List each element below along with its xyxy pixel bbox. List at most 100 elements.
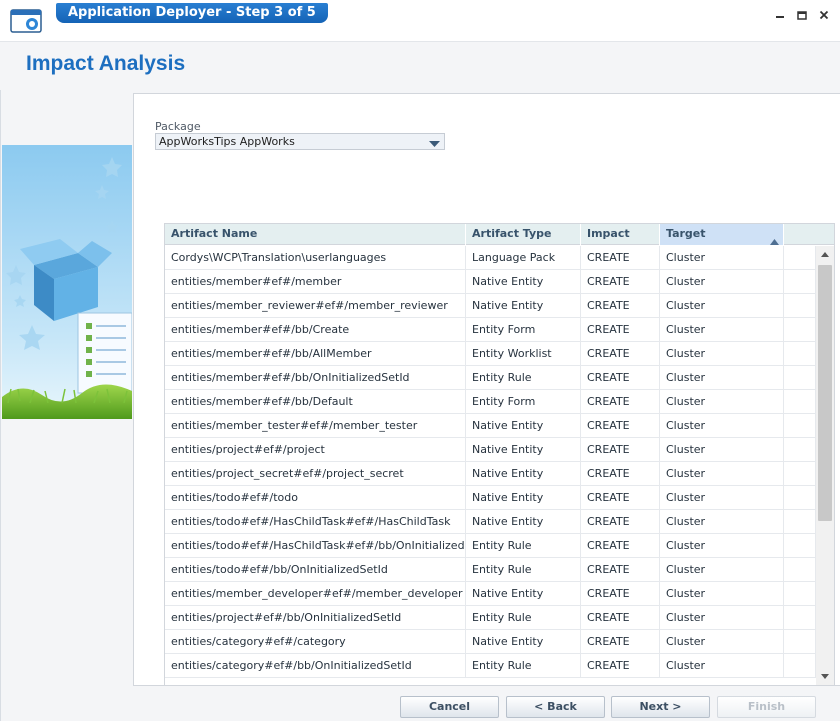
table-row[interactable]: entities/category#ef#/category Native Ent…: [165, 630, 816, 654]
scroll-down-icon[interactable]: [820, 671, 830, 681]
cell-target: Cluster: [660, 390, 784, 414]
cell-filler: [784, 510, 816, 534]
cell-impact: CREATE: [581, 294, 660, 318]
chevron-down-icon[interactable]: [429, 138, 440, 151]
cell-filler: [784, 630, 816, 654]
cell-artifact-type: Entity Rule: [466, 534, 581, 558]
table-row[interactable]: entities/todo#ef#/HasChildTask#ef#/HasCh…: [165, 510, 816, 534]
cell-target: Cluster: [660, 582, 784, 606]
table-row[interactable]: entities/member#ef#/bb/OnInitializedSetI…: [165, 366, 816, 390]
left-divider: [0, 90, 1, 721]
vertical-scrollbar[interactable]: [816, 246, 834, 685]
column-header-artifact-type[interactable]: Artifact Type: [466, 224, 581, 245]
impact-table: Artifact Name Artifact Type Impact Targe…: [164, 223, 835, 686]
cell-filler: [784, 486, 816, 510]
cell-impact: CREATE: [581, 558, 660, 582]
cell-target: Cluster: [660, 630, 784, 654]
package-value: AppWorksTips AppWorks: [159, 135, 295, 148]
window-title: Application Deployer - Step 3 of 5: [56, 3, 328, 23]
table-row[interactable]: entities/category#ef#/bb/OnInitializedSe…: [165, 654, 816, 678]
cell-artifact-type: Language Pack: [466, 246, 581, 270]
cell-target: Cluster: [660, 414, 784, 438]
table-row[interactable]: entities/member#ef#/member Native Entity C…: [165, 270, 816, 294]
app-window-icon: [10, 8, 42, 34]
table-row[interactable]: entities/project#ef#/project Native Entit…: [165, 438, 816, 462]
table-row[interactable]: entities/todo#ef#/bb/OnInitializedSetId E…: [165, 558, 816, 582]
cell-target: Cluster: [660, 534, 784, 558]
cell-artifact-type: Entity Worklist: [466, 342, 581, 366]
cell-artifact-type: Entity Rule: [466, 606, 581, 630]
next-button[interactable]: Next >: [611, 696, 710, 718]
table-row[interactable]: entities/member#ef#/bb/AllMember Entity W…: [165, 342, 816, 366]
cell-filler: [784, 318, 816, 342]
table-row[interactable]: entities/member_tester#ef#/member_tester…: [165, 414, 816, 438]
cell-artifact-name: entities/member_developer#ef#/member_dev…: [165, 582, 466, 606]
cell-impact: CREATE: [581, 582, 660, 606]
table-row[interactable]: entities/member_developer#ef#/member_dev…: [165, 582, 816, 606]
cell-artifact-type: Native Entity: [466, 462, 581, 486]
cell-target: Cluster: [660, 606, 784, 630]
cancel-button[interactable]: Cancel: [400, 696, 499, 718]
cell-impact: CREATE: [581, 270, 660, 294]
table-header: Artifact Name Artifact Type Impact Targe…: [165, 224, 834, 245]
cell-artifact-name: Cordys\WCP\Translation\userlanguages: [165, 246, 466, 270]
cell-filler: [784, 366, 816, 390]
cell-filler: [784, 534, 816, 558]
table-row[interactable]: entities/todo#ef#/todo Native Entity CREAT…: [165, 486, 816, 510]
table-row[interactable]: entities/member_reviewer#ef#/member_revi…: [165, 294, 816, 318]
cell-filler: [784, 606, 816, 630]
cell-target: Cluster: [660, 366, 784, 390]
scroll-up-icon[interactable]: [820, 250, 830, 260]
cell-impact: CREATE: [581, 534, 660, 558]
cell-target: Cluster: [660, 270, 784, 294]
cell-impact: CREATE: [581, 630, 660, 654]
cell-impact: CREATE: [581, 318, 660, 342]
table-row[interactable]: entities/member#ef#/bb/Create Entity Form…: [165, 318, 816, 342]
cell-filler: [784, 294, 816, 318]
cell-impact: CREATE: [581, 438, 660, 462]
cell-impact: CREATE: [581, 342, 660, 366]
finish-button[interactable]: Finish: [717, 696, 816, 718]
maximize-icon[interactable]: [794, 8, 810, 22]
cell-artifact-name: entities/member_tester#ef#/member_tester: [165, 414, 466, 438]
cell-filler: [784, 582, 816, 606]
table-row[interactable]: entities/todo#ef#/HasChildTask#ef#/bb/On…: [165, 534, 816, 558]
package-select[interactable]: AppWorksTips AppWorks: [155, 133, 445, 150]
cell-artifact-type: Entity Form: [466, 390, 581, 414]
cell-filler: [784, 438, 816, 462]
cell-artifact-type: Entity Form: [466, 318, 581, 342]
cell-target: Cluster: [660, 246, 784, 270]
cell-artifact-type: Entity Rule: [466, 366, 581, 390]
cell-filler: [784, 246, 816, 270]
cell-impact: CREATE: [581, 486, 660, 510]
back-button[interactable]: < Back: [506, 696, 605, 718]
minimize-icon[interactable]: [772, 8, 788, 22]
cell-target: Cluster: [660, 486, 784, 510]
cell-filler: [784, 462, 816, 486]
cell-target: Cluster: [660, 654, 784, 678]
column-header-artifact-name[interactable]: Artifact Name: [165, 224, 466, 245]
column-header-target[interactable]: Target: [660, 224, 784, 245]
cell-filler: [784, 558, 816, 582]
cell-artifact-type: Entity Rule: [466, 558, 581, 582]
table-row[interactable]: entities/project_secret#ef#/project_secr…: [165, 462, 816, 486]
column-header-impact[interactable]: Impact: [581, 224, 660, 245]
cell-impact: CREATE: [581, 654, 660, 678]
cell-artifact-name: entities/member#ef#/bb/Create: [165, 318, 466, 342]
cell-target: Cluster: [660, 510, 784, 534]
table-row[interactable]: entities/member#ef#/bb/Default Entity For…: [165, 390, 816, 414]
cell-filler: [784, 390, 816, 414]
close-icon[interactable]: [816, 8, 832, 22]
cell-artifact-name: entities/project#ef#/project: [165, 438, 466, 462]
cell-artifact-name: entities/project_secret#ef#/project_secr…: [165, 462, 466, 486]
scrollbar-thumb[interactable]: [818, 265, 832, 521]
page-title: Impact Analysis: [26, 52, 186, 75]
window-titlebar: Application Deployer - Step 3 of 5: [0, 0, 840, 42]
cell-filler: [784, 654, 816, 678]
column-header-target-label: Target: [666, 227, 706, 240]
cell-artifact-name: entities/todo#ef#/HasChildTask#ef#/HasCh…: [165, 510, 466, 534]
cell-artifact-name: entities/todo#ef#/HasChildTask#ef#/bb/On…: [165, 534, 466, 558]
table-row[interactable]: entities/project#ef#/bb/OnInitializedSet…: [165, 606, 816, 630]
table-row[interactable]: Cordys\WCP\Translation\userlanguages Lang…: [165, 246, 816, 270]
cell-filler: [784, 342, 816, 366]
